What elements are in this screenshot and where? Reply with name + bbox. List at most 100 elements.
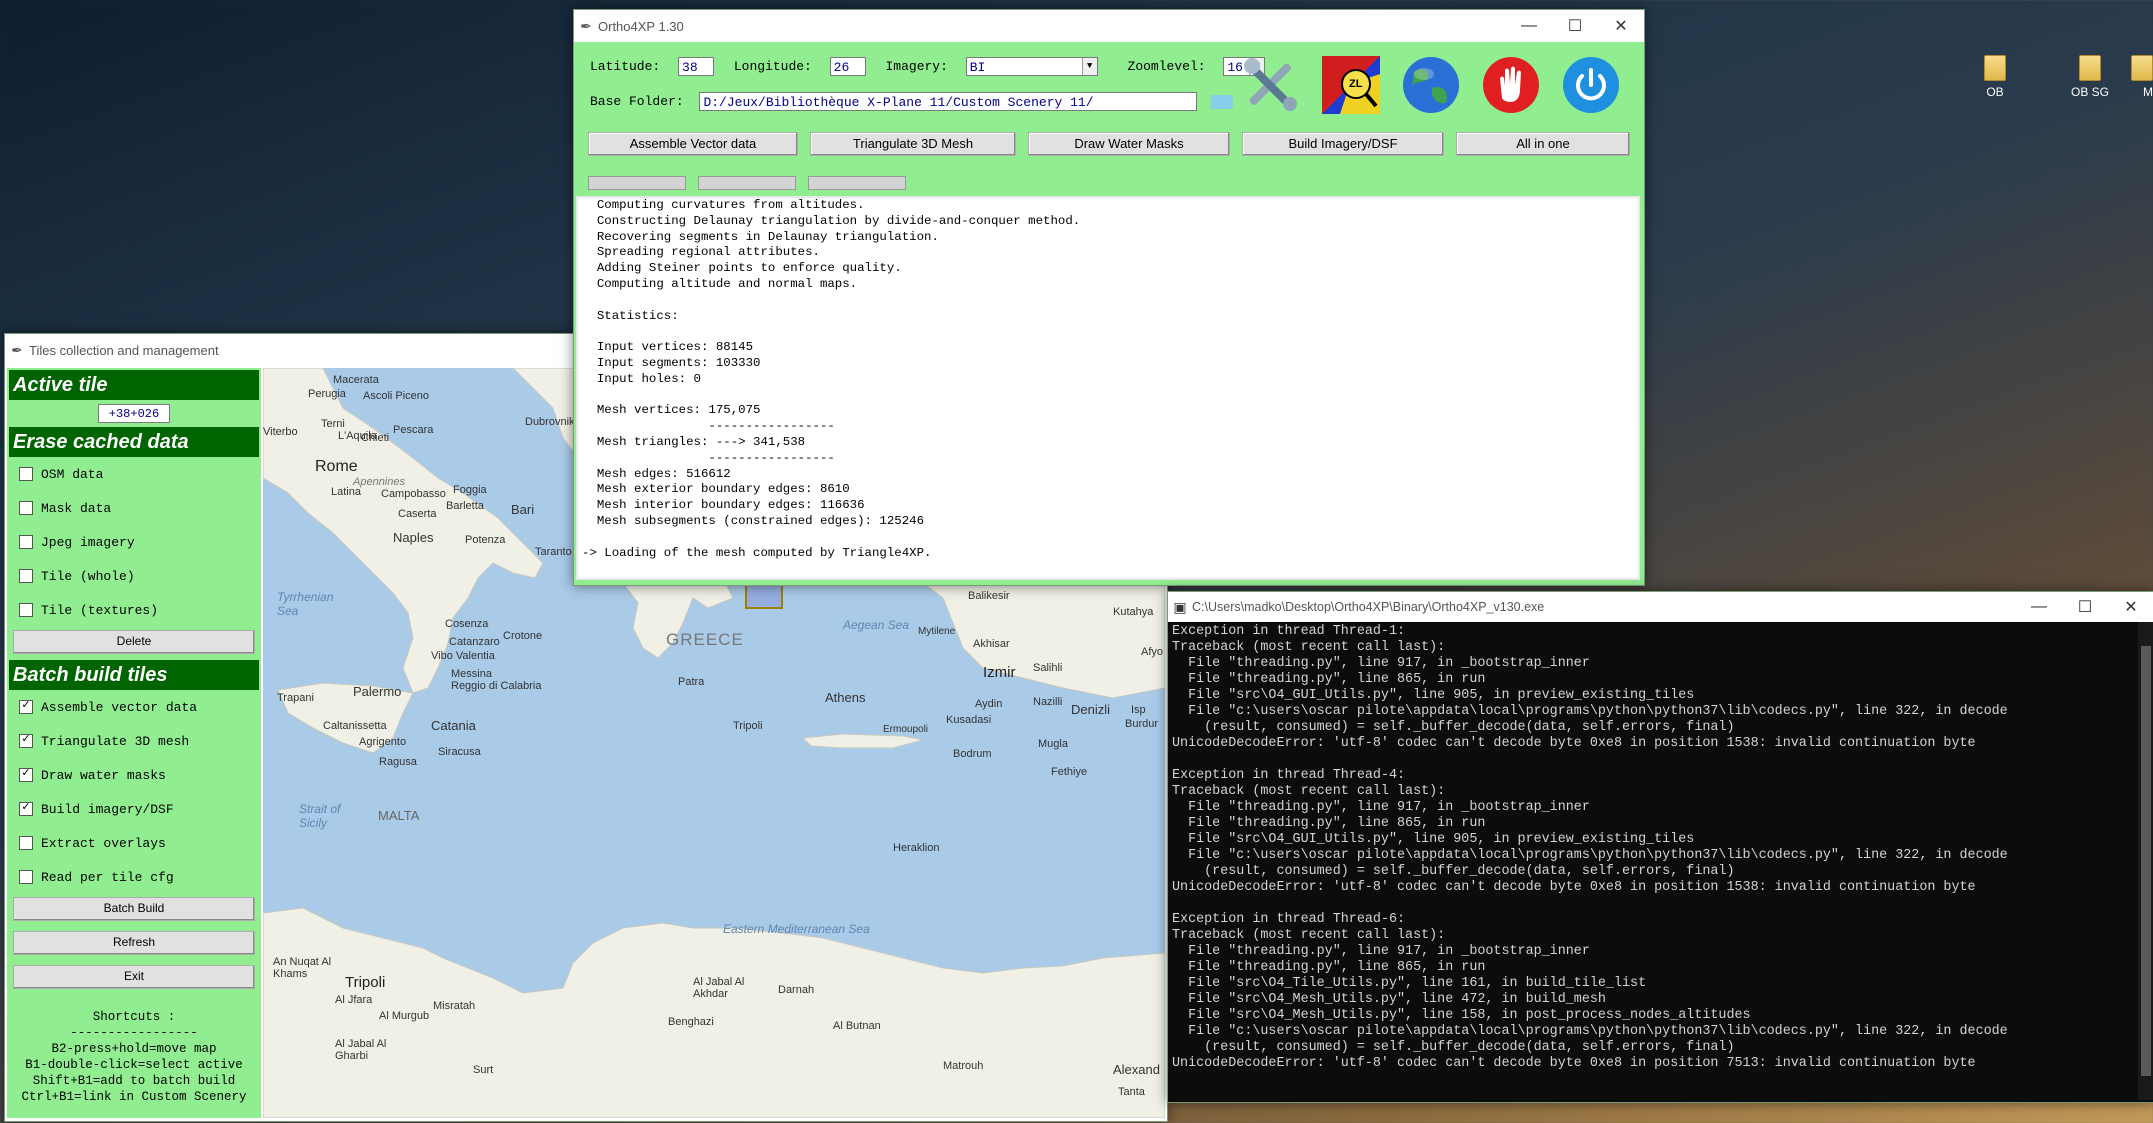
batch-imagery-checkbox[interactable]: ✓ Build imagery/DSF — [7, 792, 261, 826]
imagery-select[interactable]: BI ▼ — [965, 57, 1098, 76]
checkbox-label: Tile (textures) — [41, 602, 159, 618]
erase-tile-whole-checkbox[interactable]: Tile (whole) — [7, 559, 261, 593]
batch-triangulate-checkbox[interactable]: ✓ Triangulate 3D mesh — [7, 724, 261, 758]
folder-browse-button[interactable] — [1211, 94, 1234, 109]
checkbox-box[interactable] — [19, 870, 33, 884]
erase-osm-checkbox[interactable]: OSM data — [7, 457, 261, 491]
latitude-input[interactable]: 38 — [678, 57, 715, 76]
checkbox-label: Read per tile cfg — [41, 869, 174, 885]
checkbox-box[interactable]: ✓ — [19, 734, 33, 748]
batch-assemble-checkbox[interactable]: ✓ Assemble vector data — [7, 690, 261, 724]
erase-jpeg-checkbox[interactable]: Jpeg imagery — [7, 525, 261, 559]
base-folder-input[interactable]: D:/Jeux/Bibliothèque X-Plane 11/Custom S… — [699, 92, 1198, 111]
map-label: Ragusa — [379, 756, 417, 768]
zoomlevel-map-icon[interactable]: ZL — [1320, 54, 1382, 116]
checkbox-box[interactable] — [19, 535, 33, 549]
draw-water-masks-button[interactable]: Draw Water Masks — [1028, 132, 1230, 156]
map-label: Isp — [1131, 704, 1146, 716]
sea-label: Tyrrhenian Sea — [277, 590, 334, 618]
map-label: Al Jfara — [335, 994, 373, 1006]
sea-label: Strait of Sicily — [299, 802, 341, 830]
batch-build-button[interactable]: Batch Build — [13, 897, 255, 921]
ortho-titlebar[interactable]: ✒ Ortho4XP 1.30 — ☐ ✕ — [574, 10, 1644, 42]
delete-button[interactable]: Delete — [13, 630, 255, 654]
console-output[interactable]: Exception in thread Thread-1: Traceback … — [1168, 622, 2153, 1072]
imagery-label: Imagery: — [885, 58, 948, 74]
exit-button[interactable]: Exit — [13, 965, 255, 989]
chevron-down-icon[interactable]: ▼ — [1081, 58, 1097, 75]
map-label: Caltanissetta — [323, 720, 387, 732]
wrench-screwdriver-icon[interactable] — [1240, 54, 1302, 116]
log-text: Computing curvatures from altitudes. Con… — [582, 198, 1081, 560]
minimize-icon[interactable]: — — [1506, 17, 1552, 35]
map-label: Messina — [451, 668, 492, 680]
checkbox-label: Jpeg imagery — [41, 534, 135, 550]
map-label: Akhisar — [973, 638, 1010, 650]
sea-label: Aegean Sea — [843, 618, 910, 632]
checkbox-box[interactable] — [19, 569, 33, 583]
map-label: Heraklion — [893, 842, 940, 854]
erase-mask-checkbox[interactable]: Mask data — [7, 491, 261, 525]
scrollbar-thumb[interactable] — [2141, 646, 2151, 1076]
map-label: Patra — [678, 676, 705, 688]
batch-read-cfg-checkbox[interactable]: Read per tile cfg — [7, 860, 261, 894]
progress-bar-vector — [588, 176, 686, 190]
map-label: Tanta — [1118, 1086, 1145, 1098]
build-imagery-dsf-button[interactable]: Build Imagery/DSF — [1242, 132, 1444, 156]
progress-bar-masks — [808, 176, 906, 190]
console-app-icon: ▣ — [1173, 598, 1187, 615]
ortho-window-title: Ortho4XP 1.30 — [598, 18, 684, 34]
console-scrollbar[interactable] — [2138, 622, 2153, 1100]
base-folder-label: Base Folder: — [590, 93, 684, 109]
map-label: Campobasso — [381, 488, 446, 500]
desktop-icon-m[interactable]: M — [2103, 55, 2153, 99]
map-label: Mugla — [1038, 738, 1068, 750]
minimize-icon[interactable]: — — [2016, 598, 2062, 616]
checkbox-box[interactable] — [19, 836, 33, 850]
checkbox-box[interactable]: ✓ — [19, 700, 33, 714]
globe-icon[interactable] — [1400, 54, 1462, 116]
refresh-button[interactable]: Refresh — [13, 931, 255, 955]
stop-hand-icon[interactable] — [1480, 54, 1542, 116]
folder-icon — [1984, 55, 2006, 81]
active-tile-input[interactable]: +38+026 — [98, 404, 170, 423]
power-icon[interactable] — [1560, 54, 1622, 116]
all-in-one-button[interactable]: All in one — [1456, 132, 1630, 156]
checkbox-box[interactable]: ✓ — [19, 768, 33, 782]
log-output[interactable]: Computing curvatures from altitudes. Con… — [576, 196, 1640, 580]
map-label: Latina — [331, 486, 361, 498]
close-icon[interactable]: ✕ — [1598, 16, 1644, 36]
map-label: Bodrum — [953, 748, 992, 760]
assemble-vector-button[interactable]: Assemble Vector data — [588, 132, 798, 156]
map-label: Afyo — [1141, 646, 1164, 658]
active-tile-header: Active tile — [9, 370, 259, 400]
map-label: Al Jabal Al Gharbi — [335, 1038, 387, 1062]
checkbox-box[interactable]: ✓ — [19, 802, 33, 816]
batch-water-checkbox[interactable]: ✓ Draw water masks — [7, 758, 261, 792]
batch-build-header: Batch build tiles — [9, 660, 259, 690]
desktop-icon-ob[interactable]: OB — [1950, 55, 2040, 99]
map-label: Macerata — [333, 374, 379, 386]
console-titlebar[interactable]: ▣ C:\Users\madko\Desktop\Ortho4XP\Binary… — [1168, 592, 2153, 622]
batch-overlays-checkbox[interactable]: Extract overlays — [7, 826, 261, 860]
map-label: Siracusa — [438, 746, 481, 758]
map-label: Aydin — [975, 698, 1003, 710]
longitude-input[interactable]: 26 — [829, 57, 866, 76]
shortcuts-title: Shortcuts : — [92, 1010, 176, 1024]
checkbox-box[interactable] — [19, 467, 33, 481]
close-icon[interactable]: ✕ — [2108, 597, 2153, 617]
map-label: Nazilli — [1033, 696, 1063, 708]
triangulate-mesh-button[interactable]: Triangulate 3D Mesh — [810, 132, 1016, 156]
checkbox-box[interactable] — [19, 501, 33, 515]
map-label: Reggio di Calabria — [451, 680, 542, 692]
erase-tile-textures-checkbox[interactable]: Tile (textures) — [7, 593, 261, 627]
map-label: Caserta — [398, 508, 437, 520]
maximize-icon[interactable]: ☐ — [2062, 597, 2108, 617]
maximize-icon[interactable]: ☐ — [1552, 16, 1598, 36]
map-label: Chieti — [361, 432, 390, 444]
console-window-title: C:\Users\madko\Desktop\Ortho4XP\Binary\O… — [1192, 600, 1545, 614]
shortcuts-help: Shortcuts : ----------------- B2-press+h… — [7, 1009, 261, 1105]
map-label: Cosenza — [445, 618, 489, 630]
map-label: Vibo Valentia — [431, 650, 495, 662]
checkbox-box[interactable] — [19, 603, 33, 617]
